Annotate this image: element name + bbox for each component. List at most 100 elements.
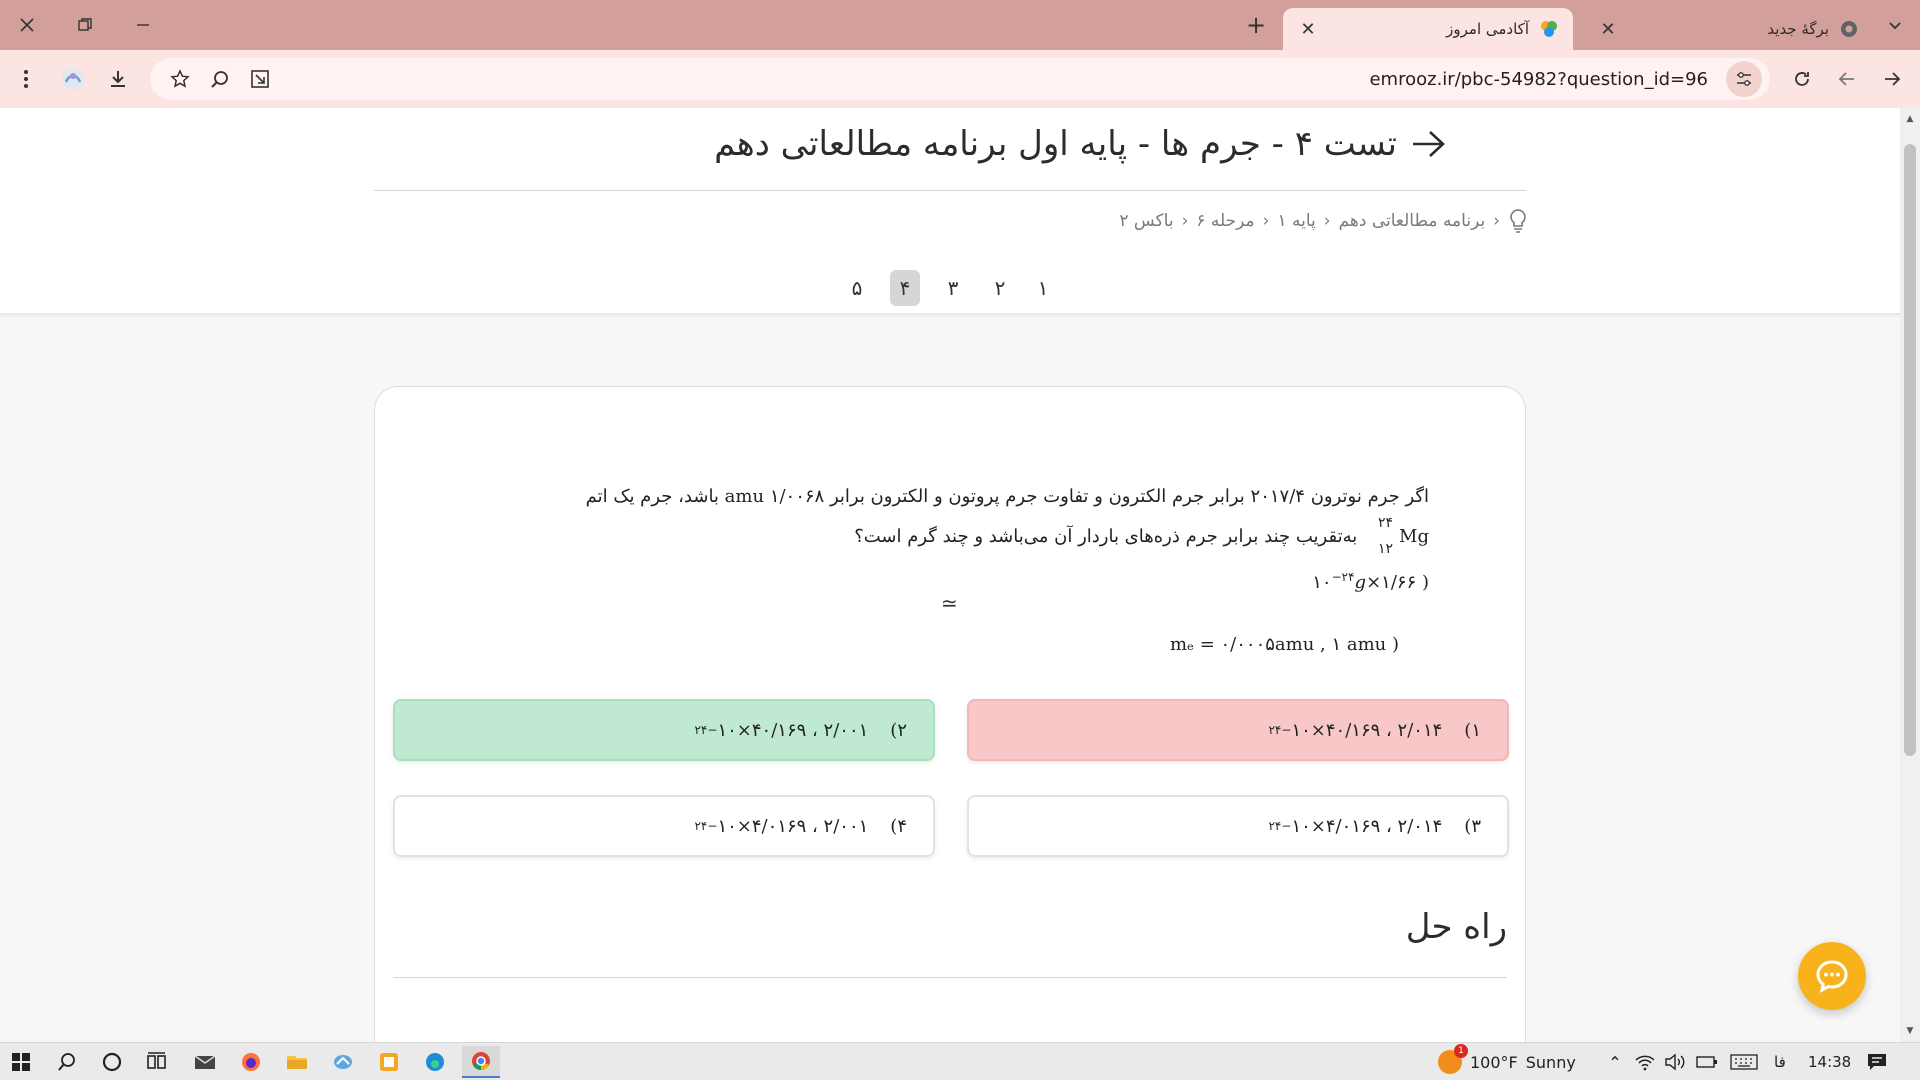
chevron-left-icon: ‹ (1493, 211, 1500, 231)
taskbar-file-explorer[interactable] (278, 1046, 316, 1078)
profile-button[interactable] (55, 61, 91, 97)
page-title-text: تست ۴ - جرم ها - پایه اول برنامه مطالعات… (714, 124, 1397, 164)
option-number: ۱) (1464, 719, 1481, 741)
question-pager: ۱ ۲ ۳ ۴ ۵ (0, 260, 1900, 314)
task-view-icon (147, 1052, 166, 1069)
option-text: ۲/۰۰۱ ، ۴۰/۱۶۹×۱۰ (717, 719, 869, 741)
star-icon (170, 69, 190, 88)
clock[interactable]: 14:38 (1808, 1043, 1851, 1080)
solution-divider (393, 977, 1507, 978)
chevron-left-icon: ‹ (1323, 211, 1331, 231)
scroll-up-icon[interactable]: ▲ (1900, 110, 1920, 128)
minimize-window-button[interactable] (120, 0, 166, 50)
taskbar-chrome[interactable] (462, 1046, 500, 1078)
question-card: اگر جرم نوترون ۲۰۱۷/۴ برابر جرم الکترون … (374, 386, 1526, 1042)
question-segment: باشد، جرم یک اتم (585, 486, 719, 507)
taskbar-mail[interactable] (186, 1046, 224, 1078)
tab-search-button[interactable] (1872, 0, 1918, 50)
breadcrumb-item[interactable]: مرحله ۶ (1196, 211, 1254, 231)
option-1[interactable]: ۱) ۲/۰۱۴ ، ۴۰/۱۶۹×۱۰ −۲۴ (967, 699, 1509, 761)
cortana-button[interactable] (93, 1046, 131, 1078)
scroll-down-icon[interactable]: ▼ (1900, 1022, 1920, 1040)
address-bar[interactable]: emrooz.ir/pbc-54982?question_id=96 (150, 58, 1770, 100)
tab-strip: + ✕ آکادمی امروز ✕ برگهٔ جدید (0, 0, 1920, 50)
chrome-icon (1841, 21, 1857, 37)
question-segment: ( ۱/۶۶×۱۰ (1312, 572, 1429, 593)
question-line-1: اگر جرم نوترون ۲۰۱۷/۴ برابر جرم الکترون … (569, 477, 1429, 517)
back-arrow-icon[interactable] (1411, 129, 1445, 159)
option-4[interactable]: ۴) ۲/۰۰۱ ، ۴/۰۱۶۹×۱۰ −۲۴ (393, 795, 935, 857)
breadcrumb: ‹ برنامه مطالعاتی دهم ‹ پایه ۱ ‹ مرحله ۶… (1119, 208, 1528, 234)
taskbar-office[interactable] (370, 1046, 408, 1078)
atomic-number: ۱۲ (1377, 541, 1393, 557)
task-view-button[interactable] (138, 1046, 176, 1078)
zoom-button[interactable] (202, 61, 238, 97)
approx-symbol: ≃ (941, 591, 958, 615)
weather-sun-icon: 1 (1438, 1044, 1468, 1074)
taskbar-edge[interactable] (416, 1046, 454, 1078)
pager-item[interactable]: ۳ (938, 270, 968, 306)
firefox-icon (242, 1053, 260, 1071)
input-language[interactable]: فا (1774, 1053, 1786, 1071)
install-app-button[interactable] (242, 61, 278, 97)
new-tab-button[interactable]: + (1233, 0, 1279, 50)
more-vertical-icon (24, 70, 28, 88)
close-icon[interactable]: ✕ (1595, 16, 1621, 42)
question-value: ۱/۰۰۶۸ (769, 486, 825, 507)
minimize-icon (137, 24, 149, 26)
reload-button[interactable] (1784, 61, 1820, 97)
tab-new-tab[interactable]: ✕ برگهٔ جدید (1583, 8, 1873, 50)
downloads-button[interactable] (100, 61, 136, 97)
search-button[interactable] (48, 1046, 86, 1078)
taskbar-app[interactable] (324, 1046, 362, 1078)
keyboard-icon[interactable] (1730, 1054, 1758, 1070)
scrollbar-thumb[interactable] (1904, 144, 1916, 756)
weather-desc: Sunny (1525, 1052, 1576, 1072)
network-icon[interactable] (1634, 1053, 1656, 1071)
page-scrollbar[interactable]: ▲ ▼ (1900, 108, 1920, 1042)
option-2[interactable]: ۲) ۲/۰۰۱ ، ۴۰/۱۶۹×۱۰ −۲۴ (393, 699, 935, 761)
pager-item[interactable]: ۵ (842, 270, 872, 306)
notifications-button[interactable] (1866, 1043, 1888, 1080)
site-info-button[interactable] (1726, 61, 1762, 97)
menu-button[interactable] (8, 61, 44, 97)
breadcrumb-item[interactable]: باکس ۲ (1119, 211, 1173, 231)
battery-icon[interactable] (1696, 1055, 1718, 1069)
weather-widget[interactable]: 1 100°F Sunny (1438, 1043, 1576, 1080)
back-button[interactable] (1829, 61, 1865, 97)
close-window-button[interactable] (4, 0, 50, 50)
option-number: ۲) (890, 719, 907, 741)
browser-toolbar: emrooz.ir/pbc-54982?question_id=96 (0, 50, 1920, 108)
pager-item-active[interactable]: ۴ (890, 270, 920, 306)
start-button[interactable] (2, 1046, 40, 1078)
option-text: ۲/۰۱۴ ، ۴۰/۱۶۹×۱۰ (1291, 719, 1443, 741)
question-unit: amu (724, 486, 765, 507)
close-icon[interactable]: ✕ (1295, 16, 1321, 42)
title-divider (374, 190, 1526, 191)
url-text[interactable]: emrooz.ir/pbc-54982?question_id=96 (1369, 69, 1708, 90)
chat-support-button[interactable] (1798, 942, 1866, 1010)
chevron-left-icon: ‹ (1262, 211, 1270, 231)
taskbar-firefox[interactable] (232, 1046, 270, 1078)
exponent: −۲۴ (1268, 723, 1292, 737)
download-icon (111, 71, 125, 87)
forward-button[interactable] (1874, 61, 1910, 97)
breadcrumb-item[interactable]: پایه ۱ (1277, 211, 1315, 231)
pager-item[interactable]: ۱ (1028, 270, 1058, 306)
option-number: ۳) (1464, 815, 1481, 837)
pager-item[interactable]: ۲ (985, 270, 1015, 306)
emrooz-logo-icon (1541, 21, 1557, 37)
bookmark-button[interactable] (162, 61, 198, 97)
breadcrumb-item[interactable]: برنامه مطالعاتی دهم (1339, 211, 1486, 231)
volume-icon[interactable] (1664, 1053, 1686, 1071)
option-text: ۲/۰۱۴ ، ۴/۰۱۶۹×۱۰ (1291, 815, 1443, 837)
restore-window-button[interactable] (62, 0, 108, 50)
page-header: تست ۴ - جرم ها - پایه اول برنامه مطالعات… (0, 108, 1900, 260)
unit-g: g (1354, 572, 1367, 593)
tune-icon (1737, 72, 1751, 86)
tab-emrooz[interactable]: ✕ آکادمی امروز (1283, 8, 1573, 50)
chevron-up-icon[interactable]: ⌃ (1602, 1053, 1628, 1072)
option-3[interactable]: ۳) ۲/۰۱۴ ، ۴/۰۱۶۹×۱۰ −۲۴ (967, 795, 1509, 857)
question-line-4: ( mₑ = ۰/۰۰۰۵amu , ۱ amu (569, 625, 1429, 665)
zoom-icon (211, 71, 228, 88)
